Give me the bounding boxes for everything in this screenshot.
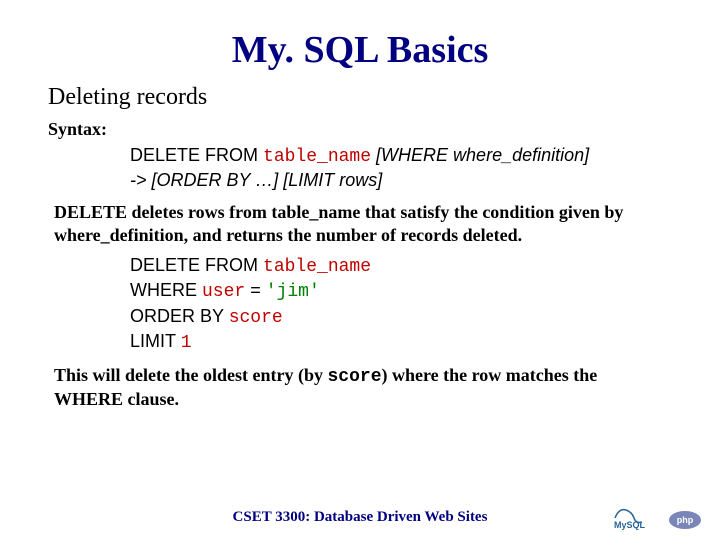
ex-where-value: 'jim' xyxy=(266,282,320,302)
php-logo-icon: php xyxy=(668,510,702,530)
closing-score: score xyxy=(327,367,381,387)
syntax-kw: DELETE FROM xyxy=(130,145,263,165)
desc-text-2: that satisfy the condition given by xyxy=(360,202,623,222)
ex-where-kw: WHERE xyxy=(130,280,202,300)
description-paragraph: DELETE deletes rows from table_name that… xyxy=(54,201,666,246)
ex-orderby-kw: ORDER BY xyxy=(130,306,229,326)
desc-text-3: , and returns the number of records dele… xyxy=(184,225,522,245)
syntax-tablename: table_name xyxy=(263,147,371,167)
syntax-line-2: -> [ORDER BY …] [LIMIT rows] xyxy=(130,169,672,192)
ex-limit-kw: LIMIT xyxy=(130,331,181,351)
svg-text:MySQL: MySQL xyxy=(614,520,646,530)
ex-limit-value: 1 xyxy=(181,333,192,353)
desc-tablename: table_name xyxy=(271,202,360,222)
desc-wheredef: where_definition xyxy=(54,225,184,245)
ex-delete-kw: DELETE FROM xyxy=(130,255,263,275)
ex-where-field: user xyxy=(202,282,245,302)
desc-text-1: DELETE deletes rows from xyxy=(54,202,271,222)
syntax-where-clause: [WHERE where_definition] xyxy=(371,145,589,165)
slide-body: My. SQL Basics Deleting records Syntax: … xyxy=(0,0,720,411)
svg-text:php: php xyxy=(677,515,694,525)
ex-tablename: table_name xyxy=(263,257,371,277)
example-line-3: ORDER BY score xyxy=(130,305,672,330)
section-heading: Deleting records xyxy=(48,84,672,111)
ex-orderby-field: score xyxy=(229,308,283,328)
example-line-2: WHERE user = 'jim' xyxy=(130,279,672,304)
closing-paragraph: This will delete the oldest entry (by sc… xyxy=(54,364,666,411)
page-title: My. SQL Basics xyxy=(48,28,672,72)
logo-group: MySQL php xyxy=(612,504,702,530)
example-block: DELETE FROM table_name WHERE user = 'jim… xyxy=(130,254,672,356)
ex-eq: = xyxy=(245,280,266,300)
syntax-line-1: DELETE FROM table_name [WHERE where_defi… xyxy=(130,144,672,169)
example-line-1: DELETE FROM table_name xyxy=(130,254,672,279)
closing-text-1: This will delete the oldest entry (by xyxy=(54,365,327,385)
mysql-logo-icon: MySQL xyxy=(612,504,662,530)
syntax-block: DELETE FROM table_name [WHERE where_defi… xyxy=(130,144,672,191)
syntax-continuation: -> [ORDER BY …] [LIMIT rows] xyxy=(130,170,382,190)
example-line-4: LIMIT 1 xyxy=(130,330,672,355)
syntax-label: Syntax: xyxy=(48,119,672,140)
